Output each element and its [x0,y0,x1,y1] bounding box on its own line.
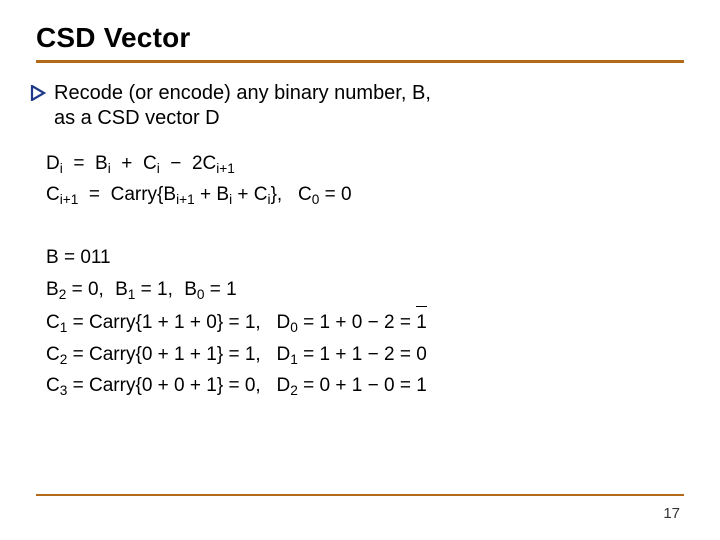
eq-val: 1 [157,279,168,300]
eq-val: 0 [245,375,256,396]
bullet-line-2: as a CSD vector D [54,107,220,129]
eq-sym: C [46,184,60,205]
eq-expr: 1 + 1 − 2 [320,344,395,365]
eq-sym: C [46,312,60,333]
eq-fn: Carry [89,344,135,365]
eq-b: B = 011 [46,243,684,272]
eq-val: 0 [341,184,352,205]
eq-sym: B [115,279,128,300]
equation-block: Di = Bi + Ci − 2Ci+1 Ci+1 = Carry{Bi+1 +… [46,149,684,401]
eq-fn: Carry [89,375,135,396]
eq-sym: B [216,184,229,205]
eq-sym: B [184,279,197,300]
eq-val: 1 [245,344,256,365]
eq-b-bits: B2 = 0, B1 = 1, B0 = 1 [46,275,684,304]
page-number: 17 [663,505,680,522]
slide: CSD Vector Recode (or encode) any binary… [0,0,720,540]
eq-expr: 0 + 1 − 0 [320,375,395,396]
eq-expr: 0 + 0 + 1 [142,375,217,396]
eq-step-1: C1 = Carry{1 + 1 + 0} = 1, D0 = 1 + 0 − … [46,306,684,337]
page-title: CSD Vector [36,22,684,54]
eq-sym: B [163,184,176,205]
eq-c-def: Ci+1 = Carry{Bi+1 + Bi + Ci}, C0 = 0 [46,180,684,209]
eq-sym: D [277,312,291,333]
eq-sym: 2C [192,153,216,174]
eq-sym: C [254,184,268,205]
eq-val: 1 [416,312,427,333]
eq-sym: C [46,344,60,365]
eq-sym: D [277,375,291,396]
eq-expr: 0 + 1 + 1 [142,344,217,365]
eq-sym: D [46,153,60,174]
overbar-neg: 1 [416,306,427,337]
title-divider [36,60,684,63]
eq-expr: 1 + 0 − 2 [320,312,395,333]
eq-val: 1 [416,375,427,396]
eq-fn: Carry [111,184,157,205]
footer-divider [36,494,684,496]
eq-val: 1 [245,312,256,333]
bullet-text: Recode (or encode) any binary number, B,… [54,81,431,131]
eq-sym: C [143,153,157,174]
eq-expr: 1 + 1 + 0 [142,312,217,333]
bullet-line-1: Recode (or encode) any binary number, B, [54,82,431,104]
eq-val: 1 [226,279,237,300]
chevron-right-icon [30,85,46,106]
eq-sym: C [298,184,312,205]
eq-step-3: C3 = Carry{0 + 0 + 1} = 0, D2 = 0 + 1 − … [46,371,684,400]
eq-sym: B [95,153,108,174]
eq-sym: C [46,375,60,396]
eq-sym: B [46,279,59,300]
eq-val: 0 [88,279,99,300]
eq-fn: Carry [89,312,135,333]
eq-val: 0 [416,344,427,365]
eq-sym: D [277,344,291,365]
eq-d-def: Di = Bi + Ci − 2Ci+1 [46,149,684,178]
eq-step-2: C2 = Carry{0 + 1 + 1} = 1, D1 = 1 + 1 − … [46,340,684,369]
bullet-item: Recode (or encode) any binary number, B,… [30,81,684,131]
